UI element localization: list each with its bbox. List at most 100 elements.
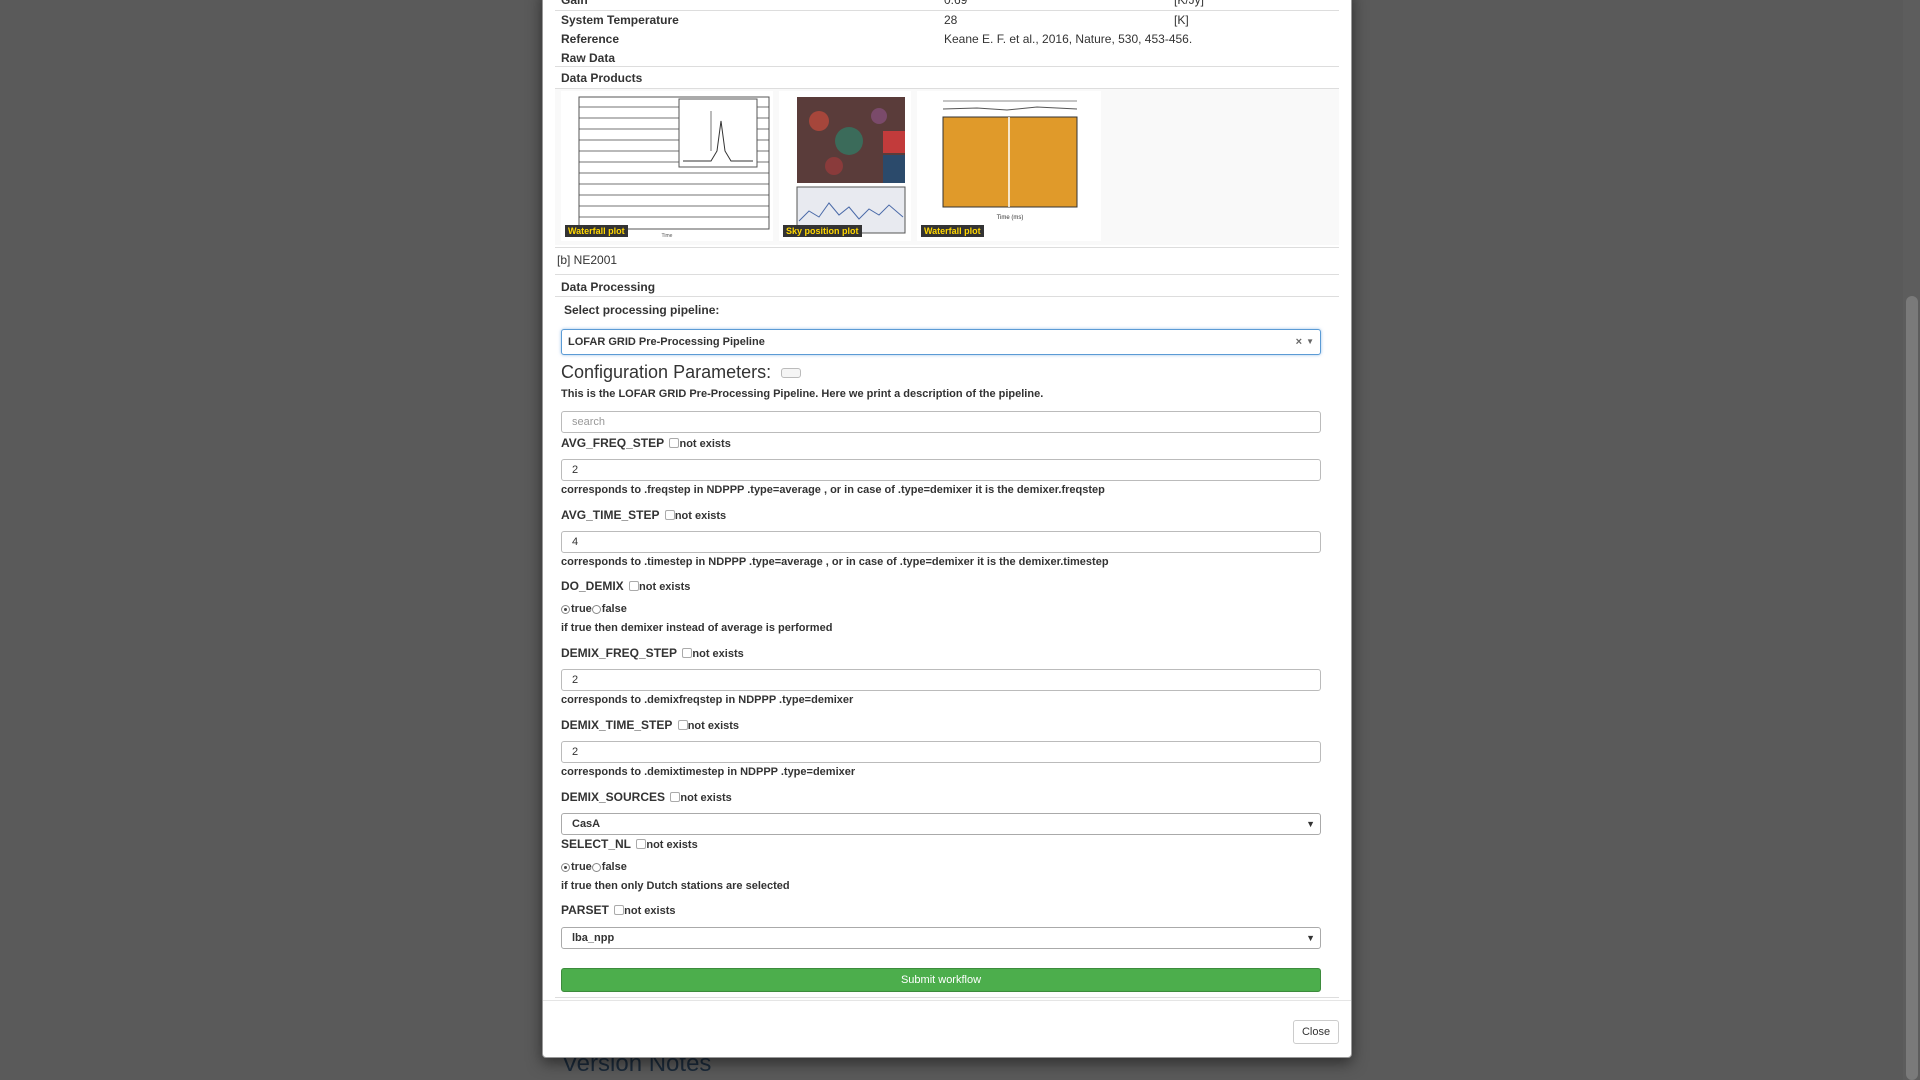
submit-workflow-button[interactable]: Submit workflow	[561, 968, 1321, 992]
chevron-down-icon: ▼	[1306, 933, 1315, 943]
avg-time-step-label: AVG_TIME_STEP not exists	[561, 508, 726, 522]
do-demix-label: DO_DEMIX not exists	[561, 579, 690, 593]
data-products-row: Data Products	[555, 69, 1339, 88]
not-exists-checkbox[interactable]	[636, 839, 647, 849]
not-exists-label: not exists	[687, 720, 740, 732]
param-name: AVG_TIME_STEP	[561, 508, 660, 522]
pipeline-select[interactable]: LOFAR GRID Pre-Processing Pipeline × ▼	[561, 329, 1321, 355]
not-exists-label: not exists	[679, 438, 731, 450]
chevron-down-icon[interactable]: ▼	[1306, 330, 1314, 354]
param-name: DEMIX_FREQ_STEP	[561, 646, 678, 660]
parameter-search-input[interactable]: search	[561, 411, 1321, 433]
false-radio[interactable]	[591, 862, 601, 872]
demix-time-step-input[interactable]: 2	[561, 741, 1321, 763]
select-pipeline-label: Select processing pipeline:	[564, 303, 720, 317]
true-radio-label: true	[571, 861, 592, 873]
not-exists-checkbox[interactable]	[614, 905, 625, 915]
select-nl-radio-group: true false	[561, 861, 627, 873]
param-name: DEMIX_TIME_STEP	[561, 718, 673, 732]
reference-label: Reference	[561, 32, 620, 46]
true-radio-label: true	[571, 603, 592, 615]
divider	[555, 296, 1339, 297]
demix-time-step-description: corresponds to .demixtimestep in NDPPP .…	[561, 766, 856, 778]
param-name: DEMIX_SOURCES	[561, 790, 666, 804]
demix-sources-label: DEMIX_SOURCES not exists	[561, 790, 732, 804]
do-demix-description: if true then demixer instead of average …	[561, 622, 833, 634]
page-scrollbar-thumb[interactable]	[1906, 296, 1918, 1080]
reference-row: Reference Keane E. F. et al., 2016, Natu…	[555, 30, 1339, 49]
param-name: SELECT_NL	[561, 837, 632, 851]
param-name: PARSET	[561, 903, 609, 917]
not-exists-checkbox[interactable]	[677, 720, 688, 730]
modal-footer-divider	[543, 1000, 1351, 1001]
avg-freq-step-description: corresponds to .freqstep in NDPPP .type=…	[561, 484, 1105, 496]
not-exists-checkbox[interactable]	[629, 581, 640, 591]
parset-select[interactable]: lba_npp ▼	[561, 927, 1321, 949]
thumbnail-label: Waterfall plot	[921, 225, 984, 237]
false-radio[interactable]	[591, 604, 601, 614]
demix-freq-step-label: DEMIX_FREQ_STEP not exists	[561, 646, 744, 660]
true-radio[interactable]	[561, 604, 570, 614]
close-button[interactable]: Close	[1293, 1020, 1339, 1044]
reference-link[interactable]: Keane E. F. et al., 2016, Nature, 530, 4…	[944, 30, 1192, 49]
gain-unit: [K/Jy]	[1174, 0, 1205, 7]
not-exists-checkbox[interactable]	[682, 648, 693, 658]
not-exists-label: not exists	[680, 792, 732, 804]
clear-selection-icon[interactable]: ×	[1296, 330, 1302, 354]
param-name: DO_DEMIX	[561, 579, 624, 593]
system-temperature-row: System Temperature 28 [K]	[555, 11, 1339, 30]
parset-value: lba_npp	[572, 932, 615, 944]
waterfall-plot-image: Time	[561, 91, 773, 241]
thumbnail-waterfall-plot-2[interactable]: Time (ms) Waterfall plot	[917, 91, 1101, 241]
sky-position-plot-image	[779, 91, 911, 241]
system-temperature-unit: [K]	[1174, 13, 1189, 27]
thumbnail-label: Waterfall plot	[565, 225, 628, 237]
configuration-toggle[interactable]	[781, 368, 801, 378]
thumbnail-waterfall-plot-1[interactable]: Time Waterfall plot	[561, 91, 773, 241]
not-exists-label: not exists	[674, 510, 727, 522]
svg-text:Time: Time	[662, 233, 673, 239]
demix-sources-select[interactable]: CasA ▼	[561, 813, 1321, 835]
system-temperature-value: 28	[944, 13, 958, 27]
chevron-down-icon: ▼	[1306, 819, 1315, 829]
not-exists-checkbox[interactable]	[669, 438, 680, 448]
not-exists-label: not exists	[624, 905, 676, 917]
svg-text:Time (ms): Time (ms)	[997, 215, 1024, 221]
not-exists-checkbox[interactable]	[670, 792, 681, 802]
event-details-modal: Gain 0.69 [K/Jy] System Temperature 28 […	[542, 0, 1352, 1058]
divider	[555, 66, 1339, 67]
avg-freq-step-label: AVG_FREQ_STEP not exists	[561, 436, 731, 450]
data-products-label: Data Products	[561, 71, 643, 85]
divider	[555, 274, 1339, 275]
select-nl-description: if true then only Dutch stations are sel…	[561, 880, 790, 892]
waterfall-plot-image: Time (ms)	[917, 91, 1101, 241]
not-exists-label: not exists	[646, 839, 698, 851]
pipeline-select-value: LOFAR GRID Pre-Processing Pipeline	[568, 336, 765, 348]
configuration-parameters-title: Configuration Parameters:	[561, 362, 772, 382]
not-exists-label: not exists	[639, 581, 691, 593]
select-nl-label: SELECT_NL not exists	[561, 837, 698, 851]
param-name: AVG_FREQ_STEP	[561, 436, 665, 450]
demix-freq-step-input[interactable]: 2	[561, 669, 1321, 691]
false-radio-label: false	[601, 861, 627, 873]
data-processing-title: Data Processing	[561, 280, 656, 294]
data-products-gallery: Time Waterfall plot Sky position plot Ti…	[555, 89, 1339, 245]
system-temperature-label: System Temperature	[561, 13, 679, 27]
parset-label: PARSET not exists	[561, 903, 676, 917]
thumbnail-label: Sky position plot	[783, 225, 862, 237]
not-exists-checkbox[interactable]	[664, 510, 675, 520]
divider	[555, 247, 1339, 248]
avg-time-step-input[interactable]: 4	[561, 531, 1321, 553]
pipeline-description: This is the LOFAR GRID Pre-Processing Pi…	[561, 388, 1044, 400]
demix-time-step-label: DEMIX_TIME_STEP not exists	[561, 718, 739, 732]
avg-time-step-description: corresponds to .timestep in NDPPP .type=…	[561, 556, 1109, 568]
page-scrollbar[interactable]	[1903, 0, 1920, 1080]
not-exists-label: not exists	[692, 648, 744, 660]
thumbnail-sky-position-plot[interactable]: Sky position plot	[779, 91, 911, 241]
avg-freq-step-input[interactable]: 2	[561, 459, 1321, 481]
true-radio[interactable]	[561, 862, 570, 872]
divider	[555, 997, 1339, 998]
gain-row: Gain 0.69 [K/Jy]	[555, 0, 1339, 10]
gain-value: 0.69	[944, 0, 968, 7]
ne2001-note: [b] NE2001	[557, 253, 618, 267]
